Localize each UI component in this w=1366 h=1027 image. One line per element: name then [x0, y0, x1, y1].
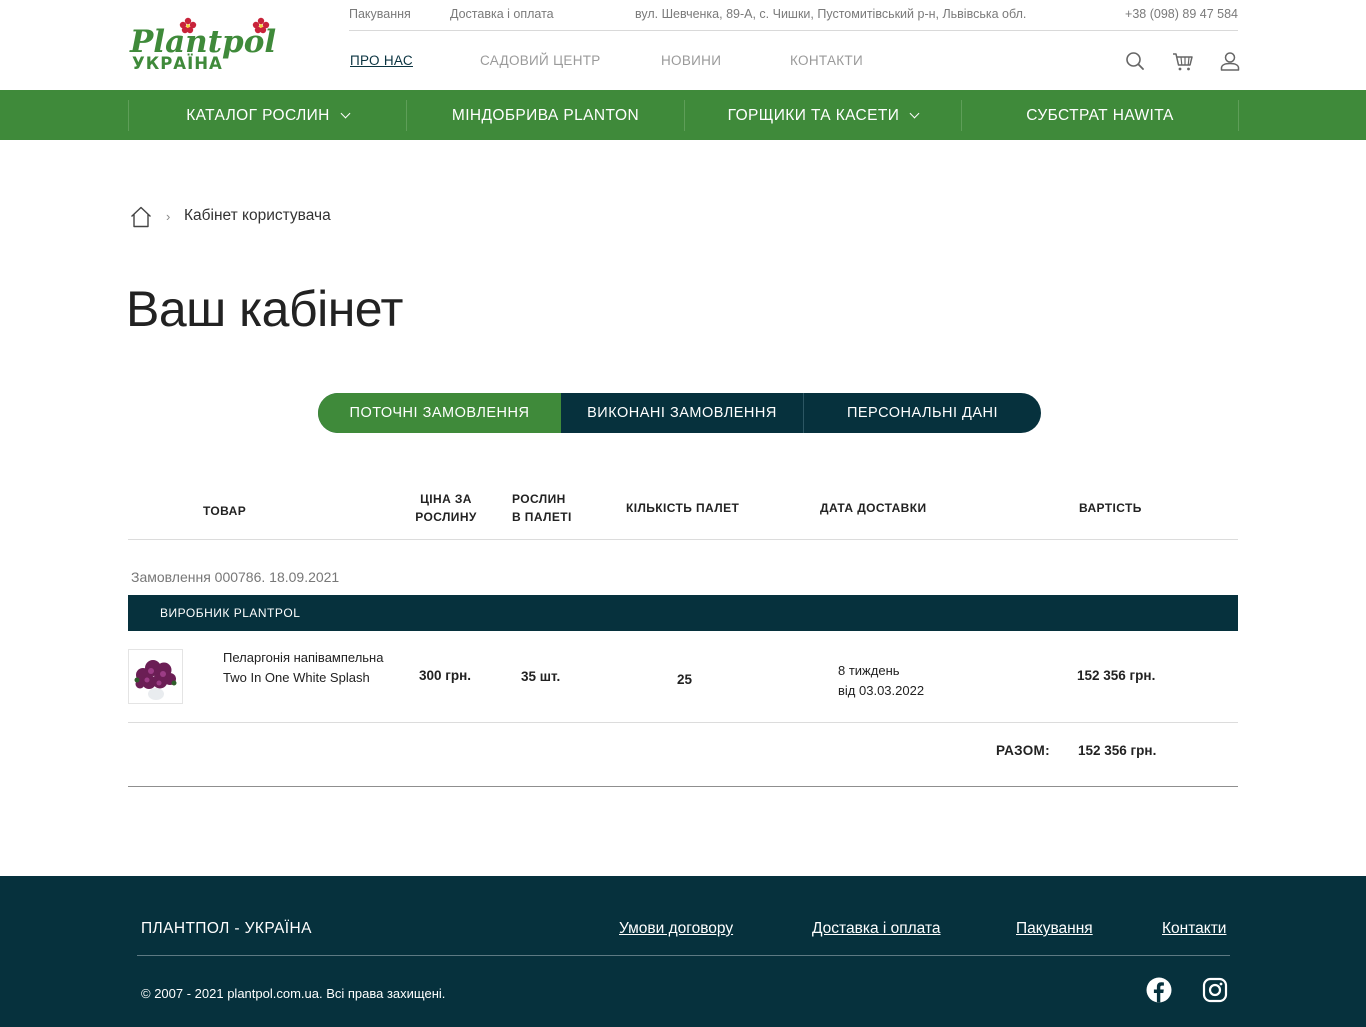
chevron-down-icon [909, 108, 920, 119]
plantpol-logo[interactable]: Plantpol УКРАЇНА [128, 16, 288, 73]
topbar-delivery-link[interactable]: Доставка і оплата [450, 7, 554, 21]
chevron-down-icon [340, 108, 351, 119]
footer-terms-link[interactable]: Умови договору [619, 920, 733, 938]
footer-divider [137, 955, 1230, 956]
category-pots[interactable]: ГОРЩИКИ ТА КАСЕТИ [684, 100, 961, 131]
header-price-line2: РОСЛИНУ [415, 510, 477, 524]
footer-contacts-link[interactable]: Контакти [1162, 920, 1226, 938]
nav-news[interactable]: НОВИНИ [661, 53, 721, 68]
row-price: 300 грн. [419, 668, 472, 683]
nav-garden-center[interactable]: САДОВИЙ ЦЕНТР [480, 53, 601, 68]
row-delivery-date: 8 тиждень від 03.03.2022 [838, 661, 924, 701]
nav-about[interactable]: ПРО НАС [350, 53, 413, 68]
breadcrumb-separator: › [166, 209, 171, 224]
order-label: Замовлення 000786. 18.09.2021 [131, 569, 340, 585]
row-pallets: 25 [677, 672, 693, 687]
account-tabs: ПОТОЧНІ ЗАМОВЛЕННЯ ВИКОНАНІ ЗАМОВЛЕННЯ П… [318, 393, 1041, 433]
home-icon[interactable] [129, 205, 153, 229]
tab-completed-orders[interactable]: ВИКОНАНІ ЗАМОВЛЕННЯ [561, 393, 804, 433]
vendor-name: ВИРОБНИК PLANTPOL [160, 606, 301, 620]
tab-personal-data[interactable]: ПЕРСОНАЛЬНІ ДАНІ [804, 393, 1041, 433]
footer-copyright: © 2007 - 2021 plantpol.com.ua. Всі права… [141, 986, 446, 1001]
main-nav: ПРО НАС САДОВИЙ ЦЕНТР НОВИНИ КОНТАКТИ [349, 31, 1240, 90]
header-per-pallet: РОСЛИН В ПАЛЕТІ [512, 490, 572, 526]
header-delivery-date: ДАТА ДОСТАВКИ [820, 501, 927, 515]
header-cost: ВАРТІСТЬ [1079, 501, 1142, 515]
product-name-line1: Пеларгонія напівампельна [223, 650, 384, 665]
category-pots-label: ГОРЩИКИ ТА КАСЕТИ [727, 106, 900, 124]
svg-text:УКРАЇНА: УКРАЇНА [132, 54, 223, 72]
product-name[interactable]: Пеларгонія напівампельна Two In One Whit… [223, 648, 403, 688]
footer-brand: ПЛАНТПОЛ - УКРАЇНА [141, 920, 312, 937]
cart-icon[interactable] [1171, 49, 1195, 73]
footer-delivery-link[interactable]: Доставка і оплата [812, 920, 941, 938]
header-per-pallet-line1: РОСЛИН [512, 492, 566, 506]
instagram-icon[interactable] [1202, 977, 1228, 1003]
category-bar: КАТАЛОГ РОСЛИН МІНДОБРИВА PLANTON ГОРЩИК… [0, 90, 1366, 140]
category-fertilizers[interactable]: МІНДОБРИВА PLANTON [406, 100, 684, 131]
header-price-line1: ЦІНА ЗА [420, 492, 472, 506]
total-value: 152 356 грн. [1078, 743, 1157, 758]
header-pallets: КІЛЬКІСТЬ ПАЛЕТ [626, 501, 740, 515]
site-footer: ПЛАНТПОЛ - УКРАЇНА Умови договору Достав… [0, 876, 1366, 1027]
nav-contacts[interactable]: КОНТАКТИ [790, 53, 863, 68]
row-delivery-from: від 03.03.2022 [838, 683, 925, 698]
header-product: ТОВАР [203, 504, 247, 518]
header-per-pallet-line2: В ПАЛЕТІ [512, 510, 572, 524]
product-thumbnail[interactable] [128, 649, 183, 704]
topbar-address: вул. Шевченка, 89-А, с. Чишки, Пустомиті… [635, 7, 1027, 21]
topbar-phone[interactable]: +38 (098) 89 47 584 [1125, 7, 1238, 21]
vendor-bar: ВИРОБНИК PLANTPOL [128, 595, 1238, 631]
logo-graphic: Plantpol УКРАЇНА [129, 17, 276, 73]
table-row: Пеларгонія напівампельна Two In One Whit… [128, 631, 1238, 723]
category-substrate-label: СУБСТРАТ HAWITA [1026, 106, 1174, 124]
category-catalog-label: КАТАЛОГ РОСЛИН [186, 106, 330, 124]
row-per-pallet: 35 шт. [521, 669, 561, 684]
user-account-icon[interactable] [1218, 49, 1242, 73]
orders-table-header: ТОВАР ЦІНА ЗА РОСЛИНУ РОСЛИН В ПАЛЕТІ КІ… [128, 470, 1238, 540]
site-header: Plantpol УКРАЇНА Пакування Доставка і оп… [0, 0, 1366, 90]
tab-current-orders[interactable]: ПОТОЧНІ ЗАМОВЛЕННЯ [318, 393, 561, 433]
category-catalog[interactable]: КАТАЛОГ РОСЛИН [128, 100, 406, 131]
breadcrumb-current: Кабінет користувача [184, 207, 331, 224]
row-delivery-week: 8 тиждень [838, 663, 900, 678]
total-label: РАЗОМ: [996, 743, 1050, 758]
search-icon[interactable] [1123, 49, 1147, 73]
header-price: ЦІНА ЗА РОСЛИНУ [414, 490, 478, 526]
topbar-packaging-link[interactable]: Пакування [349, 7, 411, 21]
row-cost: 152 356 грн. [1077, 668, 1156, 683]
order-total-row: РАЗОМ: 152 356 грн. [128, 723, 1238, 787]
page-title: Ваш кабінет [126, 281, 403, 337]
facebook-icon[interactable] [1146, 977, 1172, 1003]
category-substrate[interactable]: СУБСТРАТ HAWITA [961, 100, 1239, 131]
product-name-line2: Two In One White Splash [223, 670, 370, 685]
category-fertilizers-label: МІНДОБРИВА PLANTON [451, 106, 640, 124]
footer-packaging-link[interactable]: Пакування [1016, 920, 1093, 938]
top-info-bar: Пакування Доставка і оплата вул. Шевченк… [349, 0, 1238, 31]
